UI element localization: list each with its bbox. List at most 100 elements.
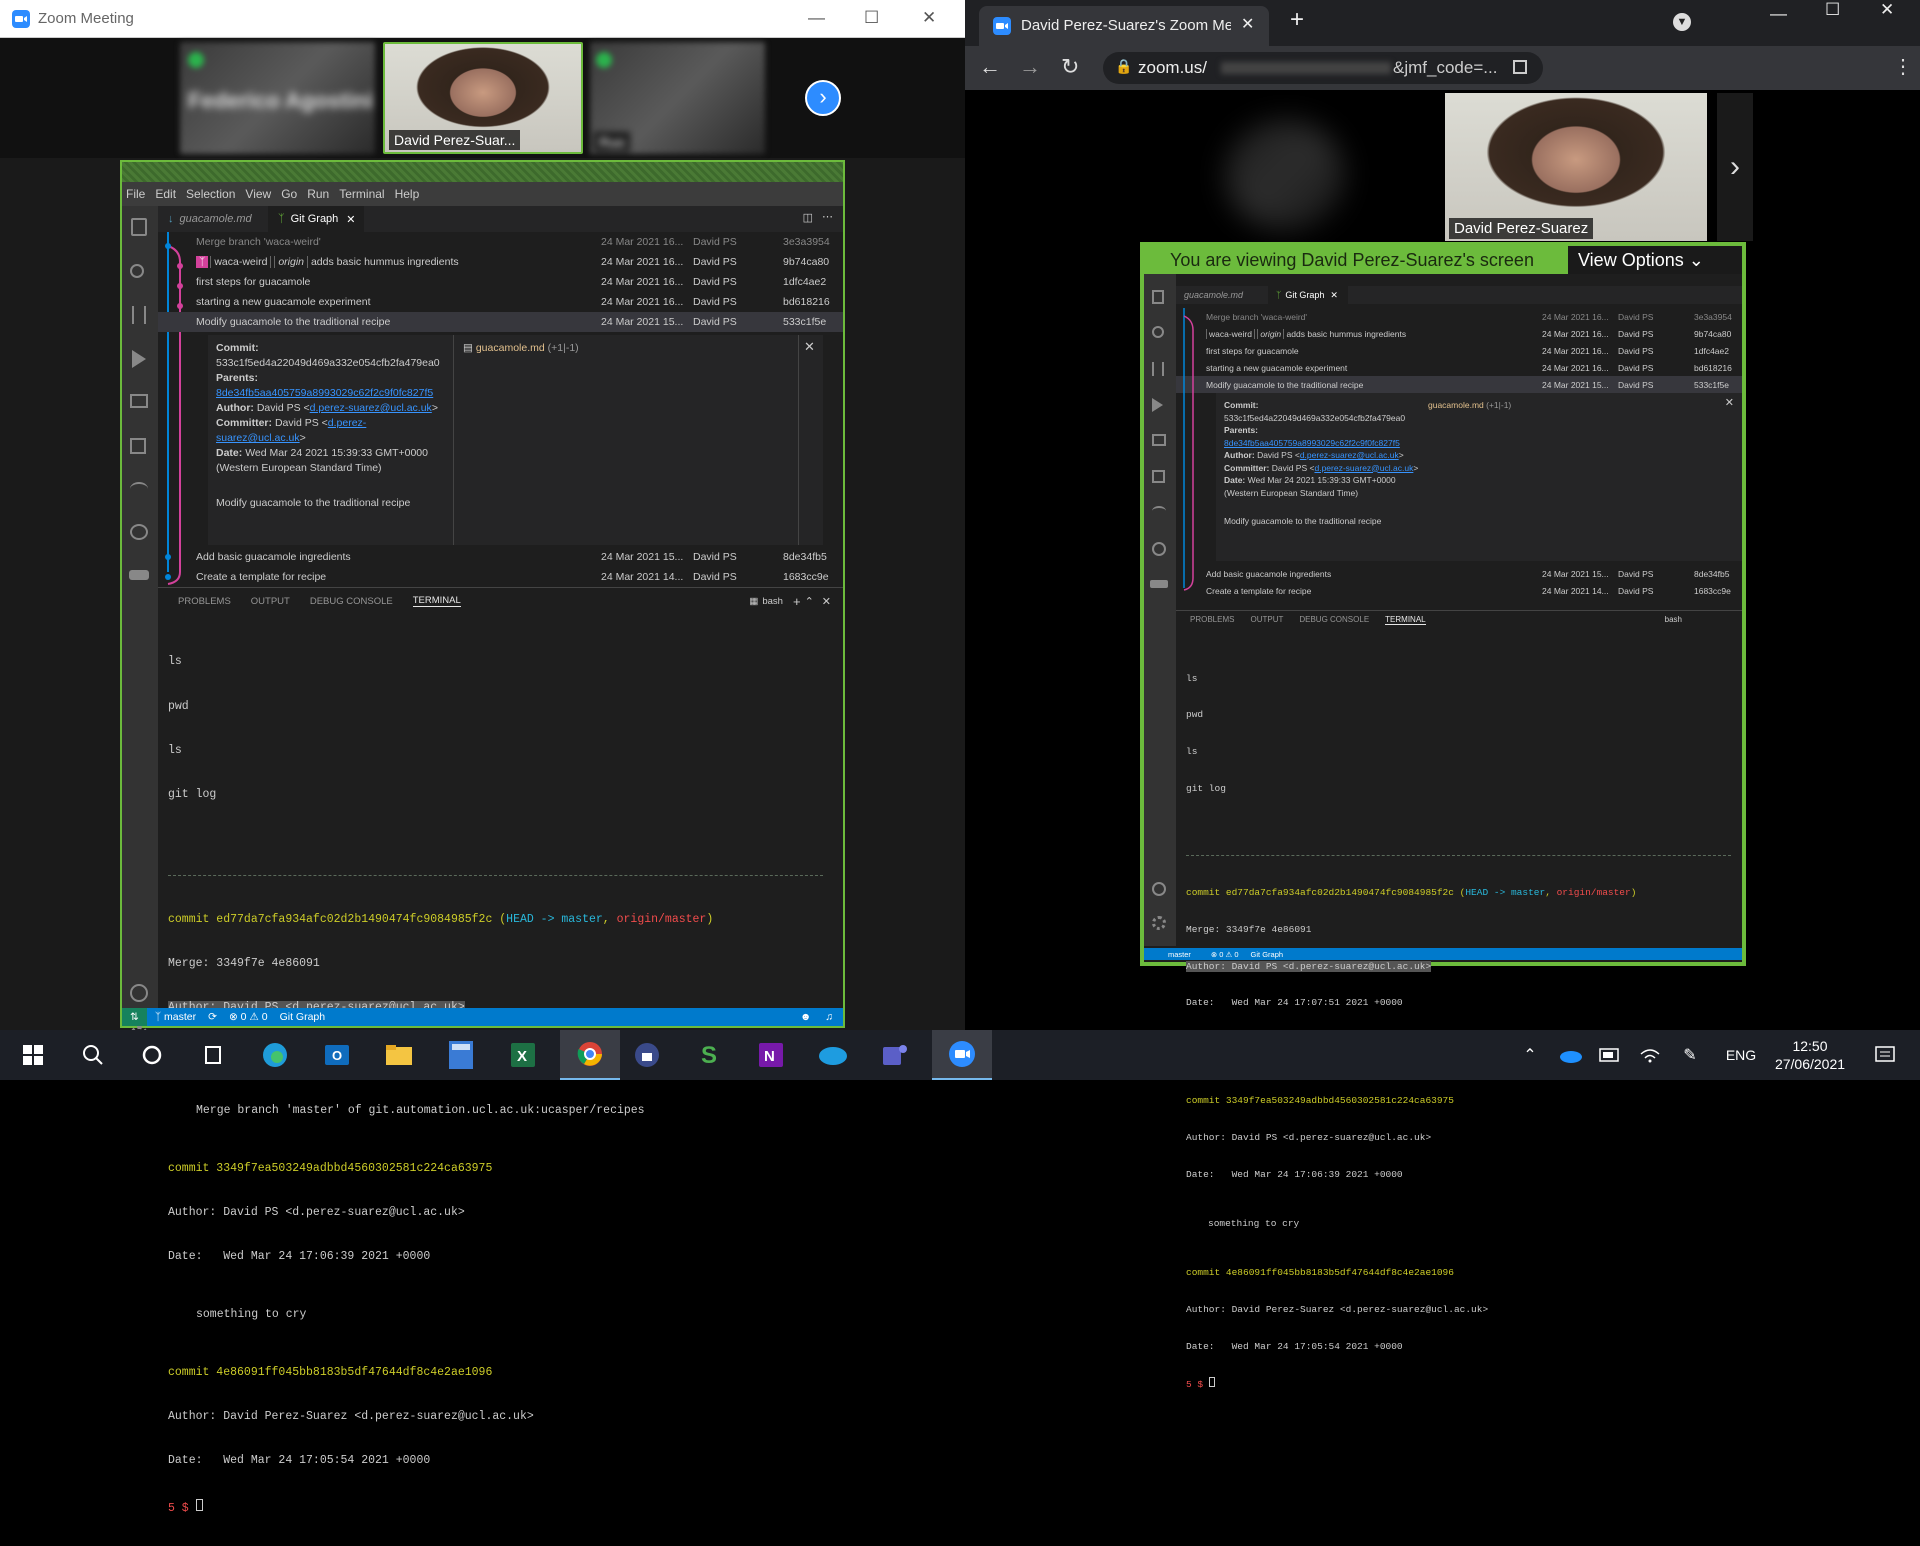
back-icon[interactable]: ← bbox=[979, 54, 1001, 80]
tab-debug-console[interactable]: DEBUG CONSOLE bbox=[310, 596, 393, 607]
commit-row[interactable]: Create a template for recipe 24 Mar 2021 … bbox=[158, 567, 843, 587]
author-email-link[interactable]: d.perez-suarez@ucl.ac.uk bbox=[310, 402, 432, 414]
clock[interactable]: 12:50 27/06/2021 bbox=[1770, 1030, 1850, 1080]
chrome-taskbar-icon[interactable] bbox=[560, 1030, 620, 1080]
outlook-icon[interactable]: O bbox=[312, 1030, 362, 1080]
minimize-button[interactable]: — bbox=[808, 8, 825, 28]
reload-icon[interactable]: ↻ bbox=[1061, 54, 1079, 80]
menu-edit[interactable]: Edit bbox=[155, 187, 176, 201]
file-explorer-icon[interactable] bbox=[374, 1030, 424, 1080]
git-graph-status[interactable]: Git Graph bbox=[280, 1011, 326, 1023]
extensions-icon[interactable] bbox=[130, 438, 146, 454]
history-line: git log bbox=[168, 787, 217, 801]
maximize-button[interactable]: ☐ bbox=[864, 8, 879, 28]
app-s-icon[interactable]: S bbox=[684, 1030, 734, 1080]
problems-status[interactable]: ⊗ 0 ⚠ 0 bbox=[229, 1011, 268, 1023]
onenote-icon[interactable]: N bbox=[746, 1030, 796, 1080]
windows-start-button[interactable] bbox=[8, 1030, 58, 1080]
terminal-shell[interactable]: bash bbox=[762, 596, 783, 607]
presenter-video[interactable]: David Perez-Suarez bbox=[1445, 93, 1707, 241]
tab-guacamole[interactable]: ↓ guacamole.md bbox=[158, 206, 268, 232]
github-icon[interactable] bbox=[130, 524, 148, 540]
commit-row[interactable]: first steps for guacamole 24 Mar 2021 16.… bbox=[158, 272, 843, 292]
menu-file[interactable]: File bbox=[126, 187, 145, 201]
menu-help[interactable]: Help bbox=[395, 187, 420, 201]
chrome-tab[interactable]: David Perez-Suarez's Zoom Meeti ✕ bbox=[979, 6, 1269, 46]
view-options-button[interactable]: View Options ⌄ bbox=[1568, 246, 1742, 274]
commit-row[interactable]: ᛉ waca-weird origin adds basic hummus ing… bbox=[158, 252, 843, 272]
address-bar[interactable]: 🔒 zoom.us/ &jmf_code=... bbox=[1103, 52, 1543, 84]
tab-search-icon[interactable]: ▼ bbox=[1673, 13, 1691, 31]
chrome-menu-icon[interactable]: ⋮ bbox=[1893, 54, 1913, 79]
close-tab-icon[interactable]: ✕ bbox=[346, 213, 355, 226]
edge-icon[interactable] bbox=[250, 1030, 300, 1080]
next-video-button[interactable]: › bbox=[1717, 93, 1753, 241]
new-tab-icon[interactable]: + bbox=[1290, 6, 1304, 34]
menu-terminal[interactable]: Terminal bbox=[339, 187, 384, 201]
split-editor-icon[interactable]: ◫ bbox=[803, 211, 813, 224]
close-tab-icon[interactable]: ✕ bbox=[1241, 14, 1254, 34]
close-panel-icon[interactable]: ✕ bbox=[822, 595, 831, 608]
search-icon[interactable] bbox=[68, 1030, 118, 1080]
run-debug-icon[interactable] bbox=[132, 350, 146, 368]
zoom-titlebar: Zoom Meeting — ☐ ✕ bbox=[0, 0, 965, 38]
tab-terminal[interactable]: TERMINAL bbox=[412, 595, 461, 607]
commit-row[interactable]: Merge branch 'waca-weird' 24 Mar 2021 16.… bbox=[158, 232, 843, 252]
close-button[interactable]: ✕ bbox=[1880, 0, 1894, 20]
participant-thumb[interactable]: Federico Agostini bbox=[180, 42, 375, 154]
new-terminal-icon[interactable]: + bbox=[793, 594, 801, 609]
maximize-panel-icon[interactable]: ⌃ bbox=[805, 595, 814, 608]
notifications-icon[interactable]: ♫ bbox=[825, 1011, 833, 1023]
menu-view[interactable]: View bbox=[245, 187, 271, 201]
explorer-icon[interactable] bbox=[131, 218, 147, 236]
forward-icon[interactable]: → bbox=[1019, 54, 1041, 80]
tab-problems[interactable]: PROBLEMS bbox=[178, 596, 231, 607]
feedback-icon[interactable]: ☻ bbox=[800, 1011, 811, 1023]
teams-icon[interactable] bbox=[870, 1030, 920, 1080]
pen-icon[interactable]: ✎ bbox=[1665, 1030, 1715, 1080]
branch-label[interactable]: waca-weird bbox=[210, 256, 272, 268]
close-details-icon[interactable]: ✕ bbox=[804, 339, 815, 354]
menu-run[interactable]: Run bbox=[307, 187, 329, 201]
lock-icon[interactable]: 🔒 bbox=[1115, 58, 1132, 75]
live-share-icon[interactable] bbox=[130, 482, 148, 496]
camera-blocked-icon[interactable] bbox=[1513, 60, 1527, 74]
branch-status[interactable]: ᛉ master bbox=[155, 1011, 196, 1023]
task-view-icon[interactable] bbox=[188, 1030, 238, 1080]
divider bbox=[798, 335, 799, 545]
remote-icon[interactable]: ⇅ bbox=[122, 1008, 147, 1026]
notification-center-icon[interactable] bbox=[1860, 1030, 1910, 1080]
skype-icon[interactable] bbox=[808, 1030, 858, 1080]
docker-icon[interactable] bbox=[129, 570, 149, 580]
next-page-button[interactable]: › bbox=[805, 80, 841, 116]
search-icon[interactable] bbox=[130, 264, 144, 278]
menu-selection[interactable]: Selection bbox=[186, 187, 235, 201]
commit-row-selected[interactable]: Modify guacamole to the traditional reci… bbox=[158, 312, 843, 332]
participant-thumb[interactable]: Ruo bbox=[590, 42, 765, 154]
minimize-button[interactable]: — bbox=[1770, 4, 1787, 24]
cortana-icon[interactable] bbox=[127, 1030, 177, 1080]
commit-row[interactable]: starting a new guacamole experiment 24 Ma… bbox=[158, 292, 843, 312]
close-button[interactable]: ✕ bbox=[922, 8, 936, 28]
keepass-icon[interactable] bbox=[622, 1030, 672, 1080]
account-icon[interactable] bbox=[130, 984, 148, 1002]
tab-output[interactable]: OUTPUT bbox=[251, 596, 290, 607]
terminal-output[interactable]: ls pwd ls git log commit ed77da7cfa934af… bbox=[168, 626, 823, 1546]
participant-thumb-active[interactable]: David Perez-Suar... bbox=[383, 42, 583, 154]
language-indicator[interactable]: ENG bbox=[1716, 1030, 1766, 1080]
changed-file[interactable]: ▤ guacamole.md (+1|-1) bbox=[463, 341, 579, 356]
live-share-icon bbox=[1152, 506, 1166, 516]
excel-icon[interactable]: X bbox=[498, 1030, 548, 1080]
commit-row[interactable]: Add basic guacamole ingredients 24 Mar 20… bbox=[158, 547, 843, 567]
commit-row: Create a template for recipe 24 Mar 2021 … bbox=[1176, 582, 1742, 599]
parent-hash-link[interactable]: 8de34fb5aa405759a8993029c62f2c9f0fc827f5 bbox=[216, 387, 433, 399]
calculator-icon[interactable] bbox=[436, 1030, 486, 1080]
source-control-icon[interactable] bbox=[132, 306, 146, 324]
remote-explorer-icon[interactable] bbox=[130, 394, 148, 408]
more-actions-icon[interactable]: ⋯ bbox=[822, 210, 833, 223]
menu-go[interactable]: Go bbox=[281, 187, 297, 201]
zoom-taskbar-icon[interactable] bbox=[932, 1030, 992, 1080]
maximize-button[interactable]: ☐ bbox=[1825, 0, 1840, 20]
sync-icon[interactable]: ⟳ bbox=[208, 1011, 217, 1023]
tab-git-graph[interactable]: ᛉ Git Graph ✕ bbox=[268, 206, 364, 232]
